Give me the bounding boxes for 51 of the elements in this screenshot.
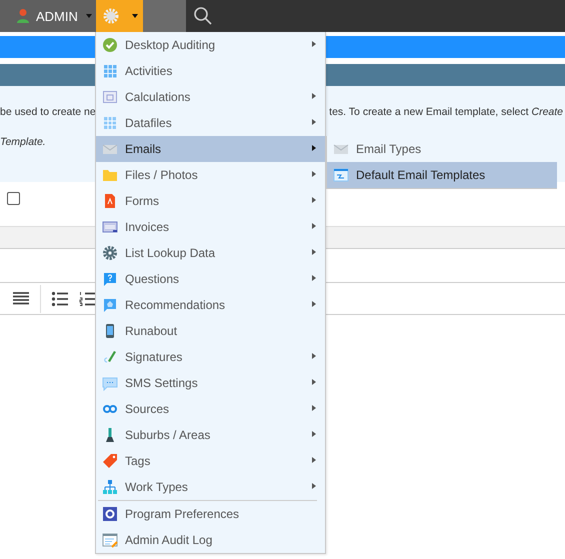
menu-item[interactable]: Activities [96,58,325,84]
bullet-list-icon[interactable] [51,290,69,306]
search-icon[interactable] [193,6,213,26]
checkbox[interactable] [7,192,20,205]
tag-icon [102,453,118,469]
menu-item[interactable]: Desktop Auditing [96,32,325,58]
menu-item[interactable]: Email Types [327,136,557,162]
chat-bubble-icon [102,375,118,391]
menu-item[interactable]: Calculations [96,84,325,110]
user-icon [16,8,30,24]
menu-item[interactable]: Suburbs / Areas [96,422,325,448]
intro-text: be used to create ne [0,106,96,120]
menu-item[interactable]: Runabout [96,318,325,344]
folder-icon [102,167,118,183]
calculator-icon [102,89,118,105]
menu-item[interactable]: Forms [96,188,325,214]
chat-bubble-icon [102,271,118,287]
chat-bubble-icon [102,297,118,313]
menu-item[interactable]: List Lookup Data [96,240,325,266]
menu-item[interactable]: Default Email Templates [327,162,557,188]
check-circle-icon [102,37,118,53]
menu-item[interactable]: Program Preferences [96,501,325,527]
menu-item[interactable]: Invoices [96,214,325,240]
menu-item[interactable]: Recommendations [96,292,325,318]
menu-item[interactable]: Sources [96,396,325,422]
table-icon [102,115,118,131]
caret-icon[interactable] [86,14,92,18]
menu-item[interactable]: Signatures [96,344,325,370]
gear-icon [103,8,119,24]
log-icon [102,532,118,548]
grid-icon [102,63,118,79]
pen-icon [102,349,118,365]
intro-text: Template. [0,136,46,150]
menu-item[interactable]: SMS Settings [96,370,325,396]
justify-icon[interactable] [12,290,30,306]
menu-item[interactable]: Emails [96,136,325,162]
menu-item[interactable]: Tags [96,448,325,474]
menu-item[interactable]: Files / Photos [96,162,325,188]
intro-text: tes. To create a new Email template, select Create [329,106,564,120]
document-icon [102,193,118,209]
gear-icon [102,245,118,261]
gear-icon [102,506,118,522]
card-icon [102,219,118,235]
numbered-list-icon[interactable] [79,290,97,306]
caret-icon [132,14,138,18]
menu-item[interactable]: Admin Audit Log [96,527,325,553]
menu-item[interactable]: Datafiles [96,110,325,136]
hierarchy-icon [102,479,118,495]
menu-item[interactable]: Questions [96,266,325,292]
menu-item[interactable]: Work Types [96,474,325,500]
template-icon [333,167,349,183]
